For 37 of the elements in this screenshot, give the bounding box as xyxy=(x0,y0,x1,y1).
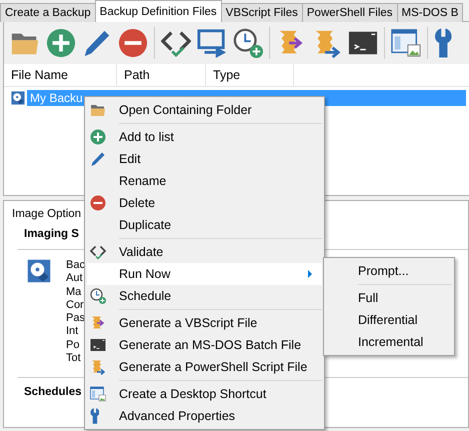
tab[interactable]: Backup Definition Files xyxy=(94,0,222,22)
section-heading: Schedules xyxy=(24,386,82,398)
menu-item[interactable]: Open Containing Folder xyxy=(87,99,322,121)
tab[interactable]: PowerShell Files xyxy=(302,3,398,22)
property-label: Cor xyxy=(66,298,84,312)
property-label: Po xyxy=(66,338,80,352)
column-header[interactable]: File Name xyxy=(4,64,117,86)
menu-item[interactable]: Differential xyxy=(326,309,452,331)
menu-item[interactable]: Full xyxy=(326,287,452,309)
column-header[interactable]: Path xyxy=(117,64,206,86)
menu-item[interactable]: Delete xyxy=(87,192,322,214)
menu-item[interactable]: Edit xyxy=(87,148,322,170)
section-heading: Imaging S xyxy=(24,228,79,240)
tab[interactable]: Create a Backup xyxy=(0,3,96,22)
tab[interactable]: VBScript Files xyxy=(220,3,303,22)
menu-item[interactable]: Add to list xyxy=(87,126,322,148)
property-label: Pas xyxy=(66,312,85,326)
menu-item[interactable]: Create a Desktop Shortcut xyxy=(87,383,322,405)
menu-item[interactable]: Duplicate xyxy=(87,214,322,236)
property-label: Tot xyxy=(66,352,81,366)
tab[interactable]: MS-DOS B xyxy=(396,3,464,22)
menu-item[interactable]: Run Now xyxy=(87,263,322,285)
menu-item[interactable]: Schedule xyxy=(87,285,322,307)
panel-title: Image Option xyxy=(12,208,82,220)
menu-item[interactable]: Generate an MS-DOS Batch File xyxy=(87,334,322,356)
menu-item[interactable]: Generate a VBScript File xyxy=(87,312,322,334)
property-label: Bac xyxy=(66,259,85,272)
property-label: Int xyxy=(66,325,78,339)
menu-item[interactable]: Validate xyxy=(87,241,322,263)
menu-item[interactable]: Incremental xyxy=(326,331,452,353)
column-header[interactable]: Type xyxy=(206,64,294,86)
menu-item[interactable]: Generate a PowerShell Script File xyxy=(87,356,322,378)
property-label: Ma xyxy=(66,286,82,299)
menu-item[interactable]: Advanced Properties xyxy=(87,405,322,427)
menu-item[interactable]: Rename xyxy=(87,170,322,192)
property-label: Aut xyxy=(66,272,83,286)
menu-item[interactable]: Prompt... xyxy=(326,260,452,282)
